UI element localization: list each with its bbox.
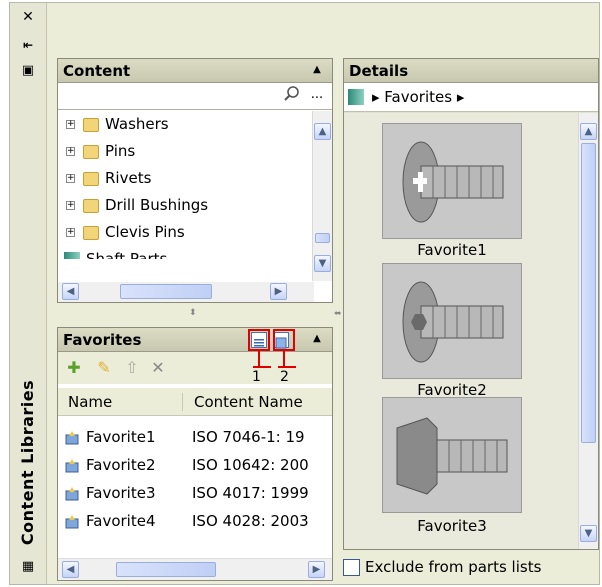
folder-icon <box>83 225 99 240</box>
exclude-from-parts-lists[interactable]: Exclude from parts lists <box>343 558 593 580</box>
favorite-thumbnail-label-3: Favorite3 <box>417 517 487 535</box>
details-panel-title: Details <box>349 62 409 80</box>
search-bar: ... <box>58 83 332 110</box>
expand-icon[interactable]: + <box>66 228 75 237</box>
scroll-thumb[interactable] <box>315 233 330 243</box>
palette-title-strip: ✕ ⇤ ▣ Content Libraries ▦ <box>10 3 47 584</box>
favorite-thumbnail-1[interactable] <box>382 123 522 239</box>
column-header-content-name[interactable]: Content Name <box>194 388 303 416</box>
favorite-thumbnail-2[interactable] <box>382 263 522 379</box>
content-panel: Content ▲ ... + Washers + Pins + Rivets + Dr… <box>57 58 333 303</box>
favorites-panel-title: Favorites <box>63 331 142 349</box>
content-panel-title: Content <box>63 62 131 80</box>
favorite-row[interactable]: Favorite4 ISO 4028: 2003 <box>58 508 332 535</box>
callout-line-1 <box>258 351 260 367</box>
favorite-part-icon <box>65 487 79 501</box>
favorite-row[interactable]: Favorite3 ISO 4017: 1999 <box>58 480 332 507</box>
scroll-thumb[interactable] <box>116 562 216 577</box>
callout-number-1: 1 <box>252 369 261 385</box>
properties-icon[interactable]: ▣ <box>19 63 37 79</box>
tree-horizontal-scrollbar[interactable]: ◀ ▶ <box>58 282 314 302</box>
scroll-thumb[interactable] <box>581 143 596 443</box>
favorite-row[interactable]: Favorite2 ISO 10642: 200 <box>58 452 332 479</box>
close-icon[interactable]: ✕ <box>19 9 37 25</box>
scroll-up-icon[interactable]: ▲ <box>314 123 331 140</box>
tree-item-rivets[interactable]: + Rivets <box>58 165 332 192</box>
search-input[interactable] <box>62 86 262 106</box>
library-icon[interactable]: ▦ <box>19 559 37 575</box>
tree-item-clevis-pins[interactable]: + Clevis Pins <box>58 219 332 246</box>
tree-item-pins[interactable]: + Pins <box>58 138 332 165</box>
content-center-palette: ✕ ⇤ ▣ Content Libraries ▦ Content ▲ ... … <box>9 2 600 585</box>
folder-icon <box>83 144 99 159</box>
scroll-right-icon[interactable]: ▶ <box>270 283 287 300</box>
tree-item-shaft-parts[interactable]: Shaft Parts <box>58 246 332 259</box>
expand-icon[interactable]: + <box>66 120 75 129</box>
collapse-icon[interactable]: ▲ <box>306 328 328 350</box>
add-favorite-icon[interactable]: ✚ <box>64 358 84 378</box>
details-thumbnail-area: Favorite1 Favorite2 Favorite3 <box>344 113 580 549</box>
move-favorite-icon[interactable]: ⇧ <box>122 358 142 378</box>
favorite-row[interactable]: Favorite1 ISO 7046-1: 19 <box>58 424 332 451</box>
new-favorite-group-icon[interactable]: ✎ <box>94 358 114 378</box>
details-panel-header: Details <box>344 59 598 83</box>
details-panel: Details ▸ Favorites ▸ Favorite1 Favorite… <box>343 58 599 550</box>
callout-line-2 <box>283 351 285 367</box>
favorite-thumbnail-label-1: Favorite1 <box>417 241 487 259</box>
expand-icon[interactable]: + <box>66 147 75 156</box>
favorite-thumbnail-3[interactable] <box>382 397 522 513</box>
callout-number-2: 2 <box>280 369 289 385</box>
shaft-parts-icon <box>64 251 80 259</box>
palette-title: Content Libraries <box>18 379 37 546</box>
favorites-list-header: Name Content Name <box>58 388 332 416</box>
tree-vertical-scrollbar[interactable]: ▲ ▼ <box>312 111 332 281</box>
scroll-thumb[interactable] <box>120 284 212 299</box>
library-icon <box>348 89 364 105</box>
folder-icon <box>83 171 99 186</box>
category-tree: + Washers + Pins + Rivets + Drill Bushings +… <box>58 111 332 259</box>
folder-icon <box>83 117 99 132</box>
exclude-checkbox[interactable] <box>343 559 360 576</box>
scroll-up-icon[interactable]: ▲ <box>580 123 597 140</box>
column-header-name[interactable]: Name <box>68 388 112 416</box>
scroll-right-icon[interactable]: ▶ <box>308 561 325 578</box>
expand-icon[interactable]: + <box>66 201 75 210</box>
tree-item-washers[interactable]: + Washers <box>58 111 332 138</box>
folder-icon <box>83 198 99 213</box>
favorites-toolbar: ✚ ✎ ⇧ ✕ <box>58 352 332 384</box>
expand-icon[interactable]: + <box>66 174 75 183</box>
tree-item-drill-bushings[interactable]: + Drill Bushings <box>58 192 332 219</box>
favorites-horizontal-scrollbar[interactable]: ◀ ▶ <box>58 558 332 580</box>
vertical-splitter-grip[interactable]: ⬌ <box>334 309 342 319</box>
search-icon[interactable] <box>281 85 303 106</box>
scroll-down-icon[interactable]: ▼ <box>314 255 331 272</box>
content-panel-header: Content ▲ <box>58 59 332 83</box>
favorite-part-icon <box>65 459 79 473</box>
callout-box-1 <box>248 329 270 351</box>
delete-favorite-icon[interactable]: ✕ <box>148 358 168 378</box>
breadcrumb[interactable]: ▸ Favorites ▸ <box>372 83 464 111</box>
favorite-part-icon <box>65 431 79 445</box>
more-options-button[interactable]: ... <box>306 85 328 106</box>
scroll-left-icon[interactable]: ◀ <box>62 561 79 578</box>
scroll-left-icon[interactable]: ◀ <box>62 283 79 300</box>
column-separator[interactable] <box>182 393 183 411</box>
details-breadcrumb-bar: ▸ Favorites ▸ <box>344 83 598 112</box>
favorite-part-icon <box>65 515 79 529</box>
autohide-icon[interactable]: ⇤ <box>19 37 37 53</box>
collapse-icon[interactable]: ▲ <box>306 59 328 81</box>
details-vertical-scrollbar[interactable]: ▲ ▼ <box>578 113 598 549</box>
callout-box-2 <box>273 329 295 351</box>
scroll-down-icon[interactable]: ▼ <box>580 525 597 542</box>
callout-tick-1 <box>253 366 271 368</box>
horizontal-splitter-grip[interactable]: ⬍ <box>189 308 197 318</box>
callout-tick-2 <box>278 366 296 368</box>
